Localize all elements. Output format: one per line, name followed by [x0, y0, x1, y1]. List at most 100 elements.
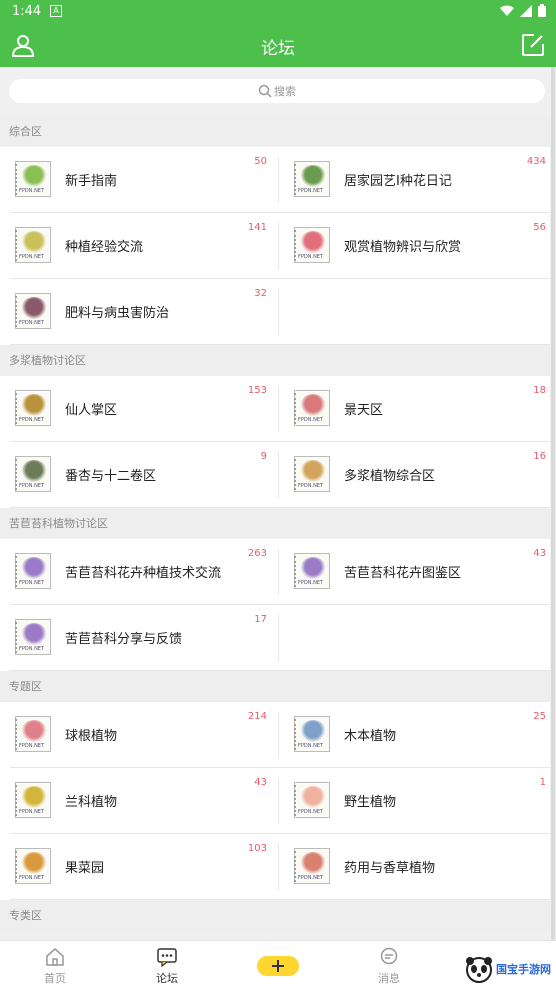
- board-name: 景天区: [344, 403, 384, 418]
- forum-board-item[interactable]: FPDN.NET 观赏植物辨识与欣赏 56: [279, 213, 554, 279]
- notebook-spine: [15, 622, 18, 653]
- notebook-spine: [15, 851, 18, 882]
- forum-board-item[interactable]: FPDN.NET 居家园艺I种花日记 434: [279, 147, 554, 213]
- notebook-spine: [294, 459, 297, 490]
- board-thumbnail: FPDN.NET: [15, 293, 51, 329]
- column-divider: [278, 386, 279, 432]
- tab-home[interactable]: 首页: [10, 941, 100, 990]
- forum-row: FPDN.NET 苦苣苔科花卉种植技术交流 263 FPDN.NET 苦苣苔科花卉图鉴区…: [0, 539, 550, 605]
- scrollbar[interactable]: [551, 67, 555, 940]
- column-divider: [278, 289, 279, 335]
- search-placeholder: 搜索: [274, 85, 296, 98]
- forum-board-item[interactable]: FPDN.NET 兰科植物 43: [0, 768, 275, 834]
- thumbnail-brand: FPDN.NET: [19, 875, 45, 881]
- board-thumbnail: FPDN.NET: [15, 716, 51, 752]
- board-post-count: 214: [247, 711, 267, 722]
- forum-board-item[interactable]: FPDN.NET 苦苣苔科花卉图鉴区 43: [279, 539, 554, 605]
- app-bar: 论坛: [0, 24, 556, 67]
- search-input[interactable]: 搜索: [9, 79, 545, 103]
- section-title: 多浆植物讨论区: [0, 345, 550, 376]
- tab-messages[interactable]: 消息: [344, 941, 434, 990]
- column-divider: [278, 615, 279, 661]
- plant-image: [300, 394, 326, 416]
- notebook-spine: [15, 296, 18, 327]
- notebook-spine: [15, 459, 18, 490]
- column-divider: [278, 452, 279, 498]
- forum-icon: [157, 948, 177, 967]
- plant-image: [21, 394, 47, 416]
- board-post-count: 25: [533, 711, 546, 722]
- board-name: 苦苣苔科分享与反馈: [65, 632, 183, 647]
- forum-row: FPDN.NET 果菜园 103 FPDN.NET 药用与香草植物: [0, 834, 550, 900]
- forum-row: FPDN.NET 肥料与病虫害防治 32: [0, 279, 550, 345]
- edit-icon: [522, 34, 544, 56]
- column-divider: [278, 549, 279, 595]
- forum-board-item[interactable]: FPDN.NET 苦苣苔科分享与反馈 17: [0, 605, 275, 671]
- thumbnail-brand: FPDN.NET: [19, 188, 45, 194]
- board-name: 肥料与病虫害防治: [65, 306, 170, 321]
- board-name: 木本植物: [344, 729, 397, 744]
- status-bar: 1:44 A: [0, 0, 556, 24]
- board-thumbnail: FPDN.NET: [15, 227, 51, 263]
- board-thumbnail: FPDN.NET: [15, 619, 51, 655]
- board-post-count: 16: [533, 451, 546, 462]
- notebook-spine: [294, 851, 297, 882]
- board-name: 药用与香草植物: [344, 861, 436, 876]
- board-post-count: 9: [260, 451, 267, 462]
- forum-board-item[interactable]: FPDN.NET 多浆植物综合区 16: [279, 442, 554, 508]
- forum-board-item[interactable]: FPDN.NET 药用与香草植物: [279, 834, 554, 900]
- forum-board-item[interactable]: FPDN.NET 新手指南 50: [0, 147, 275, 213]
- thumbnail-brand: FPDN.NET: [19, 483, 45, 489]
- board-name: 兰科植物: [65, 795, 118, 810]
- thumbnail-brand: FPDN.NET: [19, 417, 45, 423]
- board-name: 苦苣苔科花卉图鉴区: [344, 566, 462, 581]
- forum-row: FPDN.NET 种植经验交流 141 FPDN.NET 观赏植物辨识与欣赏 56: [0, 213, 550, 279]
- message-icon: [380, 947, 398, 965]
- board-post-count: 17: [254, 614, 267, 625]
- board-thumbnail: FPDN.NET: [15, 848, 51, 884]
- forum-row: FPDN.NET 番杏与十二卷区 9 FPDN.NET 多浆植物综合区 16: [0, 442, 550, 508]
- forum-board-item[interactable]: FPDN.NET 仙人掌区 153: [0, 376, 275, 442]
- board-thumbnail: FPDN.NET: [15, 456, 51, 492]
- board-post-count: 32: [254, 288, 267, 299]
- create-post-button[interactable]: [257, 956, 299, 976]
- notebook-spine: [294, 164, 297, 195]
- notebook-spine: [294, 230, 297, 261]
- forum-board-item[interactable]: FPDN.NET 苦苣苔科花卉种植技术交流 263: [0, 539, 275, 605]
- board-name: 番杏与十二卷区: [65, 469, 157, 484]
- forum-board-item[interactable]: FPDN.NET 果菜园 103: [0, 834, 275, 900]
- column-divider: [278, 157, 279, 203]
- tab-forum[interactable]: 论坛: [122, 941, 212, 990]
- forum-row: FPDN.NET 兰科植物 43 FPDN.NET 野生植物 1: [0, 768, 550, 834]
- forum-row: FPDN.NET 仙人掌区 153 FPDN.NET 景天区 18: [0, 376, 550, 442]
- board-post-count: 434: [526, 156, 546, 167]
- board-post-count: 263: [247, 548, 267, 559]
- forum-board-item[interactable]: FPDN.NET 番杏与十二卷区 9: [0, 442, 275, 508]
- board-post-count: 50: [254, 156, 267, 167]
- thumbnail-brand: FPDN.NET: [298, 875, 324, 881]
- column-divider: [278, 844, 279, 890]
- forum-board-item[interactable]: FPDN.NET 野生植物 1: [279, 768, 554, 834]
- thumbnail-brand: FPDN.NET: [19, 809, 45, 815]
- forum-board-item[interactable]: FPDN.NET 木本植物 25: [279, 702, 554, 768]
- notification-icon: A: [50, 5, 62, 17]
- plant-image: [21, 557, 47, 579]
- board-post-count: 43: [533, 548, 546, 559]
- section-title: 综合区: [0, 116, 550, 147]
- plant-image: [21, 297, 47, 319]
- forum-board-item[interactable]: FPDN.NET 球根植物 214: [0, 702, 275, 768]
- notebook-spine: [15, 164, 18, 195]
- forum-board-item[interactable]: FPDN.NET 景天区 18: [279, 376, 554, 442]
- board-post-count: 153: [247, 385, 267, 396]
- battery-icon: [538, 4, 546, 17]
- board-thumbnail: FPDN.NET: [15, 553, 51, 589]
- board-thumbnail: FPDN.NET: [294, 456, 330, 492]
- board-post-count: 18: [533, 385, 546, 396]
- forum-board-item[interactable]: FPDN.NET 种植经验交流 141: [0, 213, 275, 279]
- compose-button[interactable]: [520, 32, 546, 58]
- forum-board-item[interactable]: FPDN.NET 肥料与病虫害防治 32: [0, 279, 275, 345]
- board-post-count: 1: [539, 777, 546, 788]
- notebook-spine: [294, 719, 297, 750]
- plant-image: [300, 557, 326, 579]
- plant-image: [300, 460, 326, 482]
